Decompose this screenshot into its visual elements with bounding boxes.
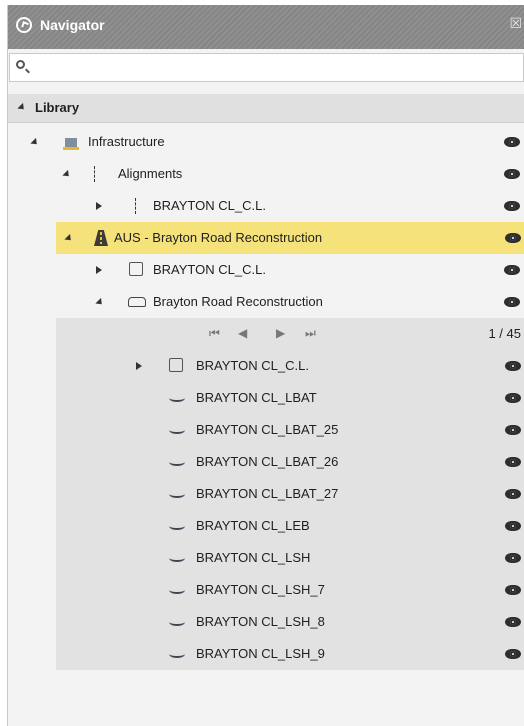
curve-icon (169, 554, 185, 562)
curve-icon (169, 586, 185, 594)
tree-label: Brayton Road Reconstruction (153, 294, 323, 309)
list-item[interactable]: BRAYTON CL_LEB (56, 510, 524, 542)
list-item[interactable]: BRAYTON CL_LBAT (56, 382, 524, 414)
close-icon[interactable]: ☒ (509, 15, 522, 32)
list-item[interactable]: BRAYTON CL_C.L. (56, 350, 524, 382)
expand-arrow-icon[interactable] (96, 266, 102, 274)
eye-icon[interactable] (504, 137, 520, 147)
next-page-button[interactable]: ▶ (276, 326, 285, 340)
tree-row-road-reconstruction[interactable]: Brayton Road Reconstruction (8, 286, 524, 318)
list-item[interactable]: BRAYTON CL_LSH (56, 542, 524, 574)
eye-icon[interactable] (504, 265, 520, 275)
eye-icon[interactable] (505, 553, 521, 563)
list-item[interactable]: BRAYTON CL_LBAT_27 (56, 478, 524, 510)
infrastructure-icon (63, 134, 79, 150)
navigator-panel: Navigator ☒ Library Infrastructure Align… (7, 5, 524, 726)
eye-icon[interactable] (505, 457, 521, 467)
road-icon (94, 230, 108, 246)
alignment-icon (129, 262, 143, 276)
eye-icon[interactable] (504, 297, 520, 307)
search-input[interactable] (32, 57, 516, 79)
collapse-arrow-icon[interactable] (17, 102, 27, 113)
expand-arrow-icon[interactable] (136, 362, 142, 370)
curve-icon (169, 490, 185, 498)
eye-icon[interactable] (505, 361, 521, 371)
eye-icon[interactable] (505, 393, 521, 403)
eye-icon[interactable] (504, 201, 520, 211)
prev-page-button[interactable]: ◀ (238, 326, 247, 340)
library-label: Library (35, 100, 80, 115)
curve-icon (169, 458, 185, 466)
tree-label: Infrastructure (88, 134, 165, 149)
curve-icon (169, 522, 185, 530)
eye-icon[interactable] (505, 521, 521, 531)
item-label: BRAYTON CL_LBAT_25 (196, 422, 339, 437)
navigator-icon (16, 17, 32, 33)
panel-title: Navigator (40, 17, 105, 33)
expand-arrow-icon[interactable] (96, 202, 102, 210)
collapse-arrow-icon[interactable] (62, 169, 72, 180)
alignment-icon (135, 198, 151, 214)
tree-label: Alignments (118, 166, 183, 181)
eye-icon[interactable] (505, 425, 521, 435)
tree-row-alignments[interactable]: Alignments (8, 158, 524, 190)
item-label: BRAYTON CL_LSH_8 (196, 614, 325, 629)
collapse-arrow-icon[interactable] (64, 233, 74, 244)
last-page-button[interactable]: ⏭ (305, 326, 316, 341)
list-item[interactable]: BRAYTON CL_LSH_8 (56, 606, 524, 638)
item-label: BRAYTON CL_LSH (196, 550, 311, 565)
collapse-arrow-icon[interactable] (30, 137, 40, 148)
list-item[interactable]: BRAYTON CL_LSH_9 (56, 638, 524, 670)
tree-view: Infrastructure Alignments BRAYTON CL_C.L… (8, 123, 524, 726)
page-count: 1 / 45 (488, 326, 521, 341)
tree-row-infrastructure[interactable]: Infrastructure (8, 126, 524, 158)
alignment-icon (169, 358, 183, 372)
search-icon (16, 60, 25, 69)
tree-row-alignment-brayton[interactable]: BRAYTON CL_C.L. (8, 190, 524, 222)
item-label: BRAYTON CL_LSH_7 (196, 582, 325, 597)
curve-icon (169, 650, 185, 658)
item-label: BRAYTON CL_LBAT_27 (196, 486, 339, 501)
tree-row-aus-brayton[interactable]: BRAYTON CL_C.L. (8, 254, 524, 286)
curve-icon (169, 426, 185, 434)
list-item[interactable]: BRAYTON CL_LBAT_25 (56, 414, 524, 446)
curve-icon (169, 394, 185, 402)
item-label: BRAYTON CL_LSH_9 (196, 646, 325, 661)
first-page-button[interactable]: ⏮ (209, 326, 220, 341)
tree-label: BRAYTON CL_C.L. (153, 198, 266, 213)
eye-icon[interactable] (504, 169, 520, 179)
tree-row-aus-model[interactable]: AUS - Brayton Road Reconstruction (56, 222, 524, 254)
eye-icon[interactable] (505, 649, 521, 659)
tree-label: BRAYTON CL_C.L. (153, 262, 266, 277)
tree-label: AUS - Brayton Road Reconstruction (114, 230, 323, 245)
library-header[interactable]: Library (8, 94, 524, 123)
eye-icon[interactable] (505, 617, 521, 627)
pager-row: ⏮ ◀ ▶ ⏭ 1 / 45 (56, 318, 524, 350)
item-label: BRAYTON CL_C.L. (196, 358, 309, 373)
search-box[interactable] (9, 53, 524, 82)
collapse-arrow-icon[interactable] (95, 297, 105, 308)
item-label: BRAYTON CL_LBAT (196, 390, 317, 405)
item-label: BRAYTON CL_LBAT_26 (196, 454, 339, 469)
eye-icon[interactable] (505, 489, 521, 499)
eye-icon[interactable] (505, 585, 521, 595)
curve-icon (169, 618, 185, 626)
list-item[interactable]: BRAYTON CL_LSH_7 (56, 574, 524, 606)
alignment-icon (94, 166, 110, 182)
eye-icon[interactable] (505, 233, 521, 243)
title-bar: Navigator ☒ (8, 5, 524, 49)
item-label: BRAYTON CL_LEB (196, 518, 310, 533)
road-model-icon (128, 297, 146, 307)
list-item[interactable]: BRAYTON CL_LBAT_26 (56, 446, 524, 478)
